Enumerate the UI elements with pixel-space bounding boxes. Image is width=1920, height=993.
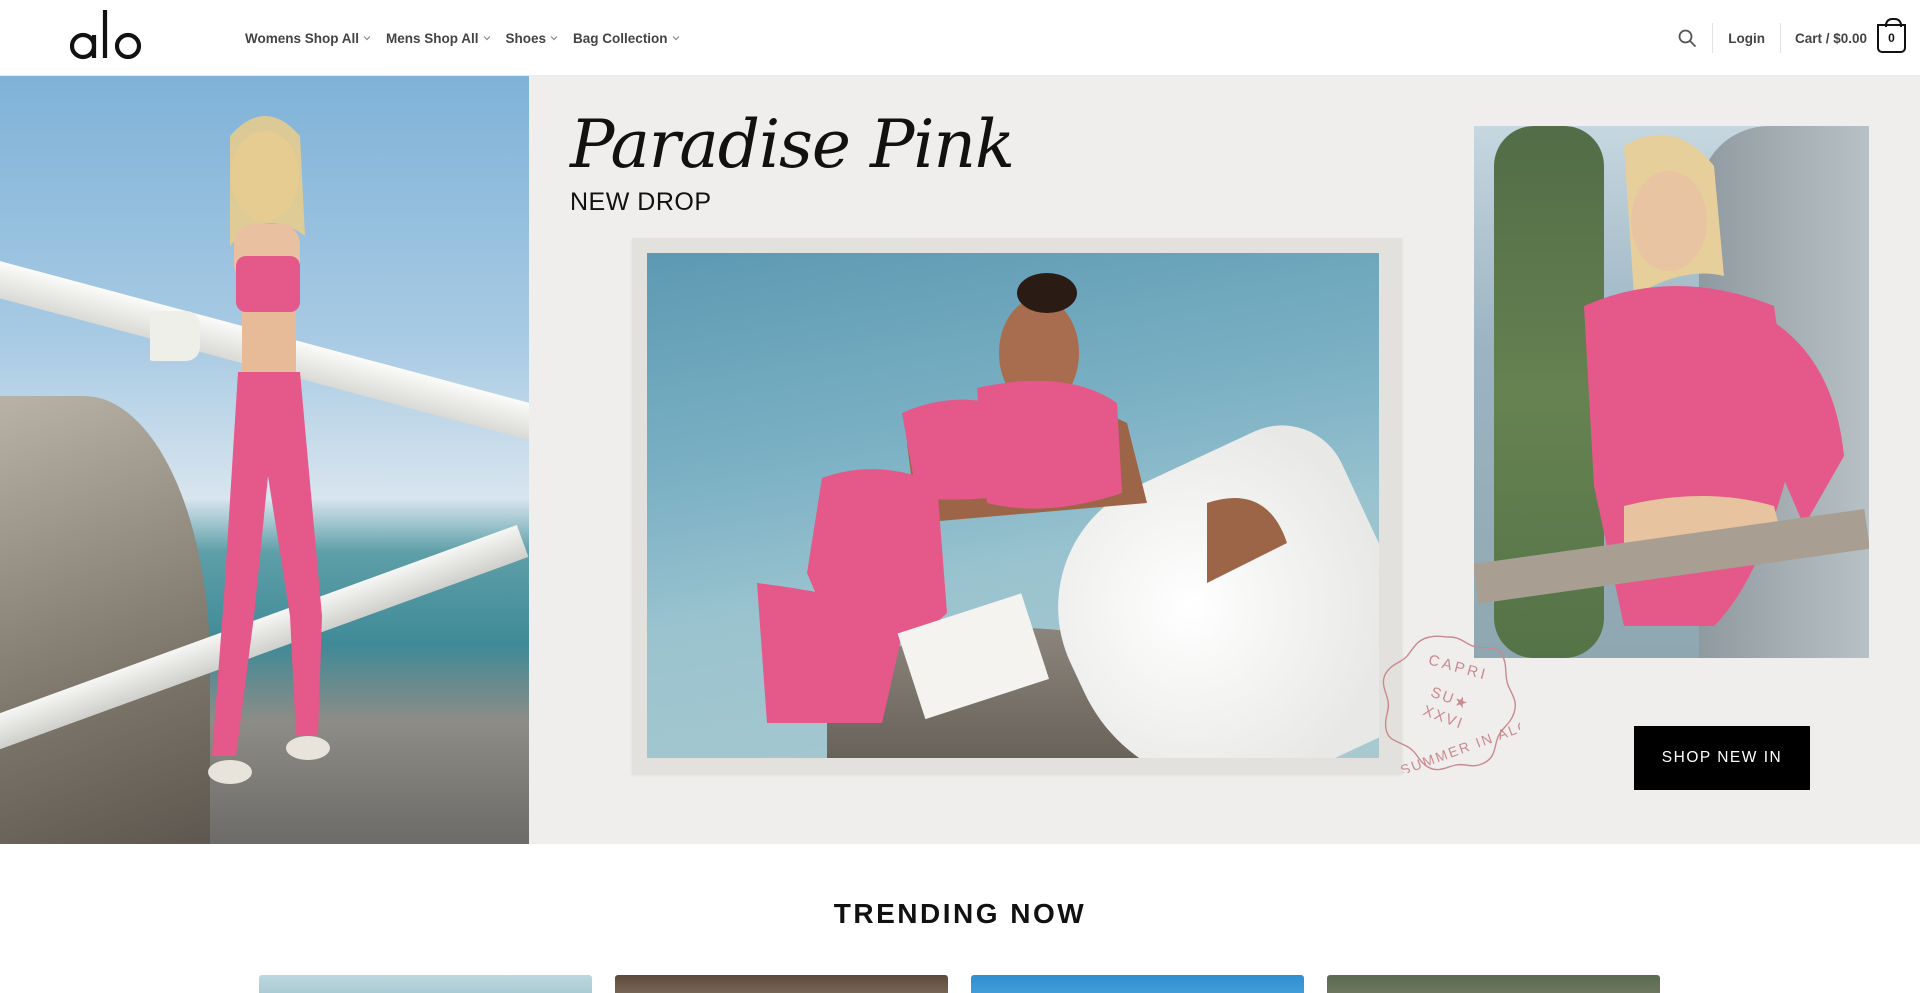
nav-bag-collection[interactable]: Bag Collection — [573, 31, 681, 46]
login-link[interactable]: Login — [1713, 31, 1780, 46]
shop-new-in-button[interactable]: SHOP NEW IN — [1634, 726, 1810, 790]
chevron-down-icon — [483, 36, 490, 41]
site-header: Womens Shop All Mens Shop All Shoes Bag … — [0, 0, 1920, 76]
trending-product-card[interactable] — [615, 975, 948, 993]
cart-bag-icon[interactable]: 0 — [1877, 17, 1906, 53]
header-actions: Login Cart / $0.00 0 — [1676, 0, 1920, 76]
svg-text:CAPRI: CAPRI — [1427, 652, 1490, 684]
trending-product-card[interactable] — [1327, 975, 1660, 993]
hero-banner[interactable]: Paradise Pink NEW DROP CAPRI SU★ XXVI SU… — [0, 76, 1920, 844]
hero-photo-center — [647, 253, 1379, 758]
nav-shoes[interactable]: Shoes — [506, 31, 560, 46]
nav-label: Bag Collection — [573, 30, 668, 46]
alo-logo[interactable] — [70, 8, 144, 62]
nav-label: Mens Shop All — [386, 30, 479, 46]
nav-label: Shoes — [505, 30, 547, 46]
search-icon[interactable] — [1676, 27, 1698, 49]
cart-link[interactable]: Cart / $0.00 — [1781, 31, 1877, 46]
nav-label: Womens Shop All — [245, 30, 360, 46]
chevron-down-icon — [363, 36, 371, 41]
cart-total: Cart / $0.00 — [1794, 30, 1867, 46]
trending-product-card[interactable] — [259, 975, 592, 993]
nav-mens-shop-all[interactable]: Mens Shop All — [386, 31, 492, 46]
chevron-down-icon — [672, 36, 679, 41]
hero-subtitle: NEW DROP — [570, 188, 712, 216]
hero-title: Paradise Pink — [570, 106, 1015, 183]
trending-product-list — [259, 975, 1660, 993]
chevron-down-icon — [550, 36, 558, 41]
main-nav: Womens Shop All Mens Shop All Shoes Bag … — [245, 0, 681, 76]
cart-count: 0 — [1888, 31, 1895, 45]
hero-photo-right — [1474, 126, 1869, 658]
hero-photo-center-frame — [632, 238, 1402, 774]
trending-product-card[interactable] — [971, 975, 1304, 993]
nav-womens-shop-all[interactable]: Womens Shop All — [245, 31, 372, 46]
trending-now-heading: TRENDING NOW — [833, 898, 1087, 929]
model-figure-left — [150, 116, 330, 784]
capri-summer-stamp: CAPRI SU★ XXVI SUMMER IN ALO — [1382, 635, 1520, 773]
hero-photo-left — [0, 76, 529, 844]
